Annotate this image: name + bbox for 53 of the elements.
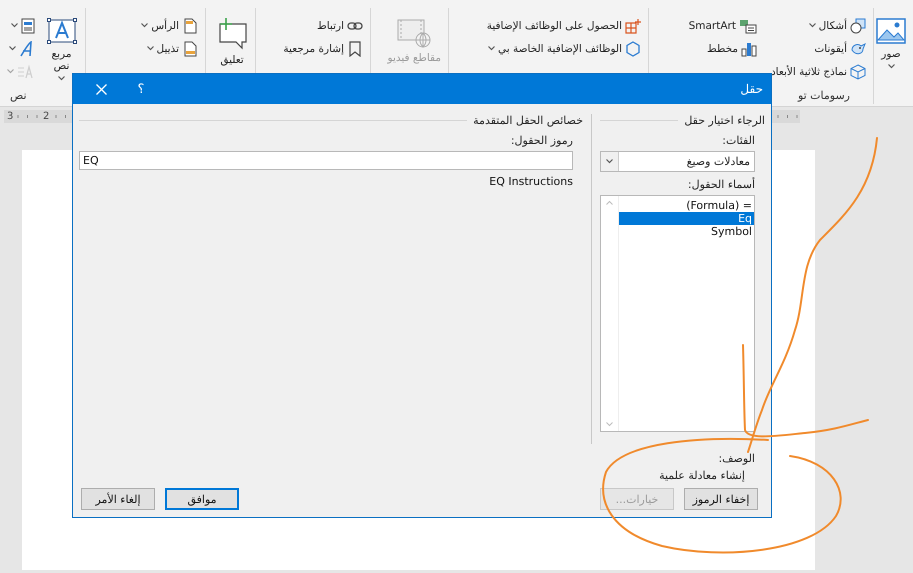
field-label: أسماء الحقول:: [688, 178, 755, 191]
cube-icon: [850, 64, 866, 80]
dialog-button[interactable]: إخفاء الرموز: [684, 488, 758, 510]
diagram-icon: [739, 18, 757, 34]
field-codes-input[interactable]: EQ: [79, 151, 573, 170]
page-header-icon: [182, 18, 198, 34]
ribbon-button[interactable]: تعليق: [214, 14, 250, 88]
drop-cap-icon: [17, 64, 35, 80]
list-item[interactable]: Eq: [619, 212, 754, 225]
hexagon-icon: [625, 40, 641, 56]
ribbon-button[interactable]: SmartArt: [686, 16, 759, 34]
ribbon-button[interactable]: صور: [874, 14, 908, 88]
caret-icon: [606, 159, 613, 164]
field-label: الوصف:: [718, 452, 755, 465]
description-text: إنشاء معادلة علمية: [659, 469, 745, 482]
list-item[interactable]: Symbol: [619, 225, 754, 238]
field-label: رموز الحقول:: [510, 134, 573, 147]
ribbon-button[interactable]: نماذج ثلاثية الأبعاد: [769, 62, 868, 80]
dialog-title: حقل: [740, 82, 763, 96]
section-heading: الرجاء اختيار حقل: [684, 114, 765, 126]
grid-plus-icon: [625, 18, 641, 34]
ribbon-button[interactable]: ارتباط: [281, 16, 365, 34]
video-icon: [396, 18, 432, 48]
ribbon-button[interactable]: أيقونات: [769, 40, 868, 58]
group-label: رسومات تو: [798, 89, 850, 102]
bird-icon: [850, 40, 866, 56]
scroll-down-icon: [606, 422, 613, 427]
group-label: نص: [10, 89, 27, 102]
list-item[interactable]: = (Formula): [619, 199, 754, 212]
ribbon-button[interactable]: إشارة مرجعية: [281, 40, 365, 58]
ribbon-button[interactable]: تذييل: [139, 40, 200, 58]
ribbon-button[interactable]: أشكال: [769, 16, 868, 34]
category-dropdown[interactable]: معادلات وصيغ: [600, 151, 755, 172]
ribbon-button[interactable]: الرأس: [139, 16, 200, 34]
landscape-icon: [876, 18, 906, 44]
section-heading: خصائص الحقل المتقدمة: [473, 114, 583, 126]
bookmark-icon: [347, 40, 363, 56]
scroll-up-icon: [606, 200, 613, 205]
dialog-button[interactable]: موافق: [165, 488, 239, 510]
instructions-button[interactable]: EQ Instructions: [489, 175, 573, 188]
shapes-icon: [850, 18, 866, 34]
dialog-button[interactable]: إلغاء الأمر: [81, 488, 155, 510]
wordart-icon: [19, 40, 35, 56]
help-button[interactable]: ؟: [121, 82, 161, 96]
ribbon-button[interactable]: الحصول على الوظائف الإضافية: [484, 16, 643, 34]
field-label: الفئات:: [722, 134, 755, 147]
ribbon-button[interactable]: مخطط: [686, 40, 759, 58]
close-icon: [96, 84, 106, 94]
bar-chart-icon: [741, 40, 757, 56]
text-box-icon: [46, 18, 76, 44]
document-icon: [21, 18, 35, 34]
ribbon-button[interactable]: الوظائف الإضافية الخاصة بي: [484, 40, 643, 58]
page-footer-icon: [182, 40, 198, 56]
